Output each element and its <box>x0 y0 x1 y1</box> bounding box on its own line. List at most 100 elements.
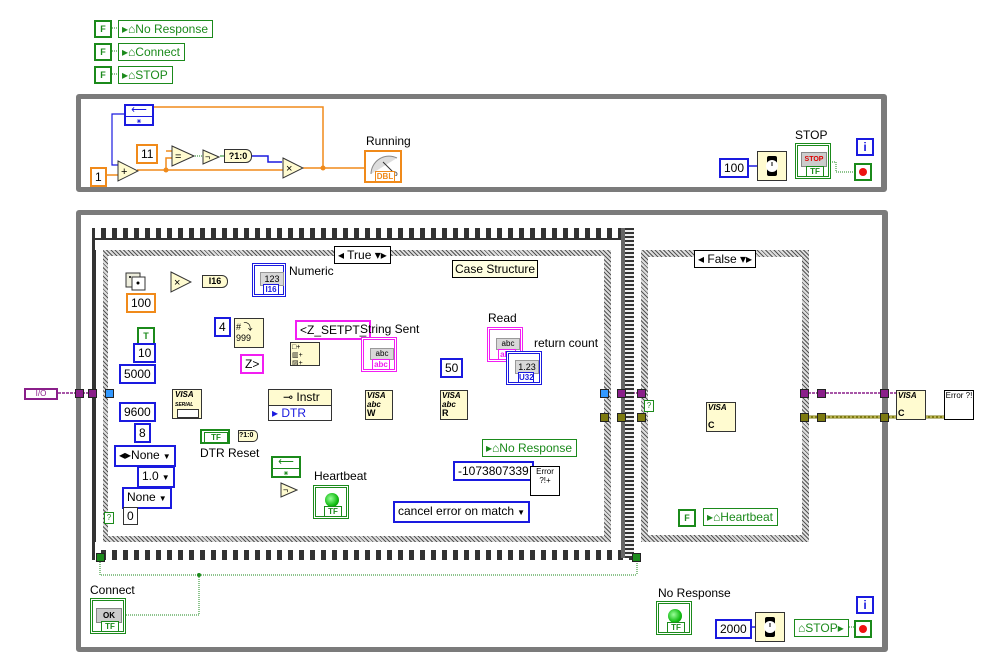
byte-count-constant[interactable]: 50 <box>440 358 464 378</box>
dice-random-icon[interactable] <box>125 269 147 291</box>
stop-label: STOP <box>795 128 828 142</box>
connect-button-terminal[interactable]: OK TF <box>90 598 126 634</box>
not-function[interactable]: ¬ <box>280 482 298 498</box>
no-response-led-indicator[interactable]: TF <box>656 601 692 635</box>
visa-resource-constant[interactable]: I/O <box>24 388 58 400</box>
property-node-dtr-state[interactable]: ⊸ Instr ▸ DTR State <box>268 389 332 421</box>
case-selector-terminal[interactable]: ? <box>104 512 114 524</box>
baud-rate-constant[interactable]: 9600 <box>119 402 156 422</box>
case-selector-true[interactable]: ◂ True ▾▸ <box>334 246 391 264</box>
constant-one[interactable]: 1 <box>90 167 107 187</box>
width-constant[interactable]: 4 <box>214 317 231 337</box>
case-structure-tooltip: Case Structure <box>452 260 539 278</box>
running-gauge-indicator[interactable]: DBL <box>364 150 402 183</box>
parity-ring[interactable]: ◂▸None ▼ <box>114 445 176 467</box>
data-bits-constant[interactable]: 8 <box>134 423 151 443</box>
constant-100[interactable]: 100 <box>126 293 157 313</box>
constant-eleven[interactable]: 11 <box>136 144 159 164</box>
stop-bits-ring[interactable]: 1.0 ▼ <box>137 466 175 488</box>
suffix-string-constant[interactable]: Z> <box>240 354 265 374</box>
sequence-sprocket-bottom <box>92 550 634 560</box>
arrow-left-icon: ⟵ <box>126 106 152 117</box>
flow-control-ring[interactable]: None ▼ <box>122 487 172 509</box>
heartbeat-label: Heartbeat <box>314 469 367 483</box>
local-variable-stop[interactable]: ▸⌂STOP <box>118 66 173 84</box>
heartbeat-led-indicator[interactable]: TF <box>313 485 349 519</box>
bool-to-number-function[interactable]: ?1:0 <box>224 149 252 163</box>
return-count-indicator[interactable]: 1.23 U32 <box>506 351 542 385</box>
selector-tunnel <box>96 553 105 562</box>
number-to-decimal-string[interactable]: # ⤵ 999 <box>234 318 264 348</box>
flow-control-value: None <box>127 490 156 504</box>
local-label: No Response <box>499 441 572 455</box>
false-constant[interactable]: F <box>94 20 112 38</box>
concatenate-strings[interactable]: □+ ▥+ ▨+ <box>290 342 320 366</box>
case-tunnel <box>105 389 114 398</box>
loop-condition-terminal[interactable] <box>854 620 872 638</box>
property-node-item[interactable]: ▸ DTR State <box>269 406 331 420</box>
local-label: Heartbeat <box>720 510 773 524</box>
local-variable-connect[interactable]: ▸⌂Connect <box>118 43 185 61</box>
false-case-diagram <box>648 257 802 535</box>
wait-constant-100[interactable]: 100 <box>719 158 750 178</box>
false-constant[interactable]: F <box>94 66 112 84</box>
false-constant[interactable]: F <box>94 43 112 61</box>
visa-read[interactable]: VISA abc R <box>440 390 468 420</box>
arrow-left-icon: ⟵ <box>273 458 299 469</box>
cancel-mode-ring[interactable]: cancel error on match ▼ <box>393 501 530 523</box>
error-code-constant[interactable]: -1073807339 <box>453 461 534 481</box>
tunnel <box>800 413 809 422</box>
feedback-node-heartbeat[interactable]: ⟵ ⁕ <box>271 456 301 478</box>
multiply-function[interactable]: × <box>170 271 192 293</box>
stopwatch-icon <box>764 617 776 637</box>
local-variable-no-response[interactable]: ▸⌂No Response <box>482 439 577 457</box>
visa-close-final[interactable]: VISA C <box>896 390 926 420</box>
iteration-terminal: i <box>856 596 874 614</box>
read-label: Read <box>488 311 517 325</box>
sequence-sprocket-top <box>92 228 634 240</box>
case-selector-false[interactable]: ◂ False ▾▸ <box>694 250 757 268</box>
tunnel <box>617 389 626 398</box>
clear-specific-error[interactable]: Error ?!+ <box>530 466 560 496</box>
multiply-function[interactable]: × <box>282 157 304 179</box>
zero-constant[interactable]: 0 <box>123 507 138 525</box>
visa-configure-serial-port[interactable]: VISA SERIAL <box>172 389 202 419</box>
parity-value: None <box>131 448 160 462</box>
tunnel <box>817 389 826 398</box>
loop-condition-terminal[interactable] <box>854 163 872 181</box>
dropdown-arrow-icon: ▼ <box>161 473 170 482</box>
local-variable-heartbeat[interactable]: ▸⌂Heartbeat <box>703 508 778 526</box>
stop-button-terminal[interactable]: STOP TF <box>795 143 831 179</box>
baud-limit-constant[interactable]: 5000 <box>119 364 156 384</box>
init-icon: ⁕ <box>282 469 290 478</box>
local-variable-no-response[interactable]: ▸⌂No Response <box>118 20 213 38</box>
numeric-indicator[interactable]: 123 I16 <box>252 263 286 297</box>
type-badge: U32 <box>518 372 534 383</box>
simple-error-handler[interactable]: Error ?! <box>944 390 974 420</box>
stop-button-face: STOP <box>801 152 827 167</box>
local-label: STOP <box>135 68 168 82</box>
visa-write[interactable]: VISA abc W <box>365 390 393 420</box>
type-badge: TF <box>324 506 342 517</box>
shift-register-feedback[interactable]: ⟵ ⁕ <box>124 104 154 126</box>
equal-function[interactable]: = <box>171 145 195 167</box>
init-icon: ⁕ <box>135 117 143 126</box>
enum-icon: ◂▸ <box>119 448 132 462</box>
wait-ms-function[interactable] <box>757 151 787 181</box>
stopwatch-icon <box>766 156 778 176</box>
bool-to-number-function[interactable]: ?1:0 <box>238 430 258 442</box>
local-variable-stop-read[interactable]: ⌂STOP▸ <box>794 619 849 637</box>
visa-close[interactable]: VISA C <box>706 402 736 432</box>
dtr-reset-control[interactable]: TF <box>200 429 230 444</box>
wait-constant-2000[interactable]: 2000 <box>715 619 752 639</box>
false-constant[interactable]: F <box>678 509 696 527</box>
convert-to-i16[interactable]: I16 <box>202 275 228 288</box>
case-selector-terminal[interactable]: ? <box>644 400 654 412</box>
type-badge: DBL <box>375 171 395 182</box>
not-function[interactable]: ¬ <box>202 149 220 165</box>
string-sent-indicator[interactable]: abc abc <box>361 337 397 372</box>
running-label: Running <box>366 134 411 148</box>
wait-ms-function[interactable] <box>755 612 785 642</box>
timeout-constant[interactable]: 10 <box>133 343 157 363</box>
tunnel <box>617 413 626 422</box>
